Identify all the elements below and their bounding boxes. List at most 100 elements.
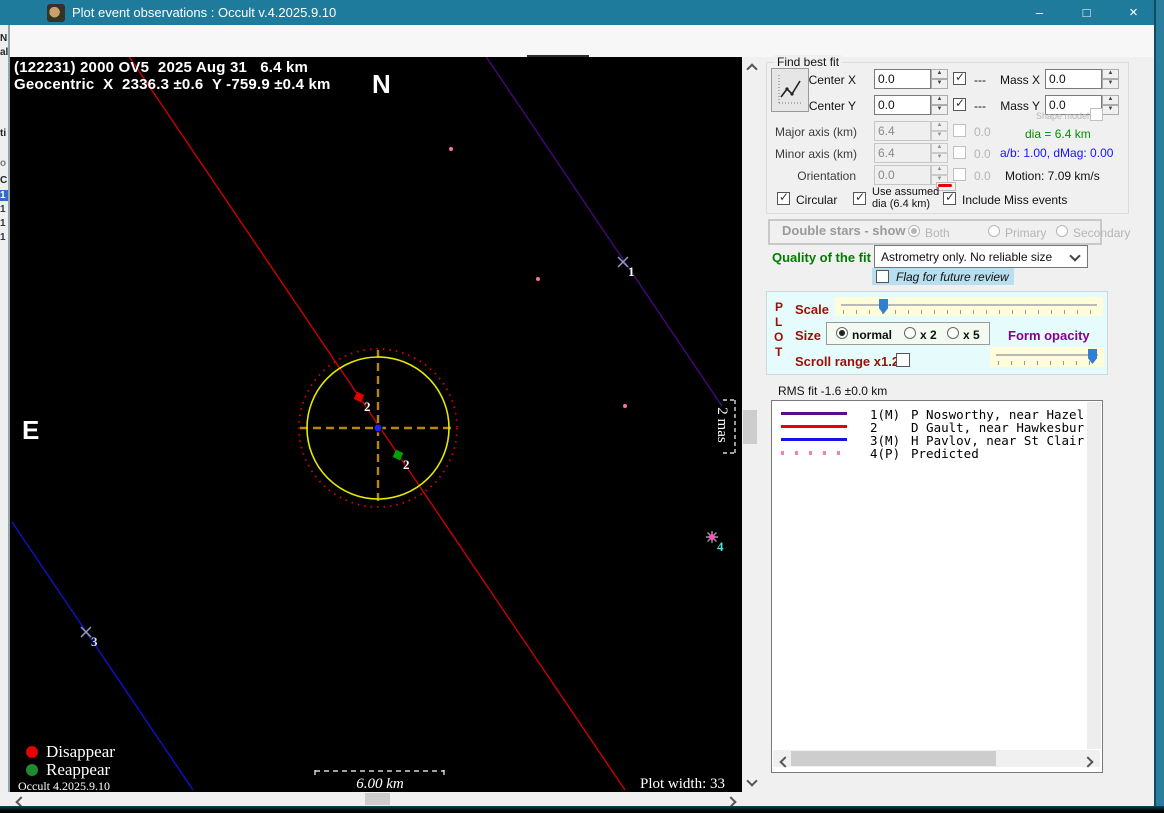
plot-vscroll-thumb[interactable]	[743, 410, 757, 444]
scroll-range-checkbox[interactable]	[896, 353, 910, 367]
center-y-input[interactable]: 0.0	[874, 95, 931, 115]
path-1-nosworthy	[485, 57, 723, 407]
scale-label: Scale	[795, 302, 829, 317]
minor-axis-label: Minor axis (km)	[775, 147, 858, 161]
mass-y-stepper[interactable]: ▲ ▼	[1102, 95, 1119, 115]
x-marker	[80, 626, 92, 638]
scroll-up-icon[interactable]	[746, 63, 758, 75]
center-x-input[interactable]: 0.0	[874, 69, 931, 89]
mass-x-label: Mass X	[999, 73, 1040, 87]
observer-row[interactable]: 3(M) H Pavlov, near St Clair	[778, 433, 1084, 448]
scroll-right-icon[interactable]	[1082, 756, 1094, 768]
observers-listbox[interactable]: 1(M) P Nosworthy, near Hazel 2 D Gault, …	[771, 400, 1103, 773]
double-stars-both-radio[interactable]	[908, 225, 920, 237]
legend-line-swatch	[781, 438, 847, 441]
window-right-border	[1154, 0, 1164, 813]
plot-event-observations-window: Plot event observations : Occult v.4.202…	[0, 0, 1164, 813]
find-best-fit-title: Find best fit	[774, 55, 843, 69]
strip-fragment: C	[0, 175, 8, 186]
star-dot	[449, 147, 453, 151]
quality-dropdown[interactable]: Astrometry only. No reliable size	[874, 245, 1088, 268]
scroll-left-icon[interactable]	[779, 756, 791, 768]
size-radio-group: normal x 2 x 5	[826, 322, 990, 345]
flag-review-checkbox[interactable]	[876, 270, 889, 283]
star-dot	[623, 404, 627, 408]
observer-row[interactable]: 4(P) Predicted	[778, 446, 979, 461]
mass-x-stepper[interactable]: ▲ ▼	[1102, 69, 1119, 89]
center-y-checkbox[interactable]	[953, 96, 966, 111]
plot-horizontal-scrollbar[interactable]	[10, 792, 742, 808]
center-x-checkbox[interactable]	[953, 70, 966, 85]
major-axis-checkbox[interactable]	[953, 124, 966, 137]
listbox-hscroll-thumb[interactable]	[791, 751, 996, 766]
double-stars-both-label: Both	[925, 226, 950, 240]
plot-hscroll-thumb[interactable]	[365, 793, 390, 805]
plot-title-line2: Geocentric X 2336.3 ±0.6 Y -759.9 ±0.4 k…	[14, 76, 331, 93]
major-axis-input[interactable]: 6.4	[874, 121, 931, 141]
plot-letter-p: P	[775, 300, 784, 314]
scale-slider[interactable]	[835, 297, 1103, 316]
minor-axis-input[interactable]: 6.4	[874, 143, 931, 163]
maximize-button[interactable]: □	[1063, 0, 1110, 25]
circular-checkbox[interactable]	[777, 190, 790, 205]
mass-x-input[interactable]: 0.0	[1045, 69, 1102, 89]
title-bar[interactable]: Plot event observations : Occult v.4.202…	[0, 0, 1164, 25]
size-x5-radio[interactable]	[947, 327, 959, 339]
occultation-plot-canvas[interactable]: (122231) 2000 OV5 2025 Aug 31 6.4 km Geo…	[10, 57, 742, 792]
major-axis-flag: 0.0	[974, 125, 991, 139]
observer-name: Predicted	[911, 446, 979, 461]
shape-model-label: Shape model	[1036, 111, 1090, 121]
strip-fragment: 1	[0, 204, 6, 215]
legend-line-swatch	[781, 425, 847, 428]
app-icon	[47, 4, 65, 22]
mass-y-label: Mass Y	[1000, 99, 1040, 113]
orientation-label: Orientation	[797, 169, 856, 183]
chevron-down-icon	[1069, 250, 1081, 262]
listbox-horizontal-scrollbar[interactable]	[773, 750, 1100, 768]
orientation-flag: 0.0	[974, 169, 991, 183]
marker-label: 2	[364, 399, 371, 414]
strip-fragment: o	[0, 158, 7, 169]
shape-model-checkbox[interactable]	[1090, 108, 1103, 121]
form-opacity-label: Form opacity	[1008, 328, 1090, 343]
orientation-input[interactable]: 0.0	[874, 165, 931, 185]
major-axis-stepper[interactable]: ▲ ▼	[931, 121, 948, 141]
use-assumed-label-2: dia (6.4 km)	[872, 198, 931, 210]
size-normal-radio[interactable]	[836, 327, 848, 339]
minor-axis-checkbox[interactable]	[953, 146, 966, 159]
scroll-range-label: Scroll range x1.25	[795, 354, 907, 369]
form-opacity-slider[interactable]	[990, 347, 1104, 367]
double-stars-primary-radio[interactable]	[988, 225, 1000, 237]
minor-axis-stepper[interactable]: ▲ ▼	[931, 143, 948, 163]
reappear-dot-icon	[26, 764, 38, 776]
menu-bar: with Plot... Plot options... ? Help Keep…	[0, 25, 1164, 83]
center-x-stepper[interactable]: ▲ ▼	[931, 69, 948, 89]
plot-letter-t: T	[775, 345, 783, 359]
legend-line-swatch	[781, 412, 847, 415]
observer-row[interactable]: 2 D Gault, near Hawkesbur	[778, 420, 1084, 435]
motion-value: Motion: 7.09 km/s	[1005, 169, 1100, 183]
plot-width-label: Plot width: 33 km	[640, 776, 726, 792]
scroll-down-icon[interactable]	[746, 775, 758, 787]
plot-title-line1: (122231) 2000 OV5 2025 Aug 31 6.4 km	[14, 59, 309, 76]
use-assumed-checkbox[interactable]	[853, 190, 866, 205]
observer-num: 4(P)	[870, 446, 901, 461]
double-stars-title: Double stars - show	[782, 223, 906, 238]
double-stars-secondary-radio[interactable]	[1056, 225, 1068, 237]
close-button[interactable]: ×	[1110, 0, 1157, 25]
form-opacity-ticks	[998, 361, 1096, 365]
listbox-vertical-scrollbar[interactable]	[1087, 402, 1101, 749]
size-x2-radio[interactable]	[904, 327, 916, 339]
marker-label: 4	[717, 539, 724, 554]
plot-vertical-scrollbar[interactable]	[742, 57, 758, 790]
observer-row[interactable]: 1(M) P Nosworthy, near Hazel	[778, 407, 1084, 422]
ab-dmag-value: a/b: 1.00, dMag: 0.00	[1000, 146, 1114, 160]
window-bottom-border	[0, 806, 1164, 813]
include-miss-checkbox[interactable]	[943, 190, 956, 205]
minimize-button[interactable]: –	[1016, 0, 1063, 25]
window-title: Plot event observations : Occult v.4.202…	[72, 5, 337, 20]
center-y-label: Center Y	[808, 99, 856, 113]
dia-value: dia = 6.4 km	[1025, 127, 1091, 141]
orientation-checkbox[interactable]	[953, 168, 966, 181]
center-y-stepper[interactable]: ▲ ▼	[931, 95, 948, 115]
